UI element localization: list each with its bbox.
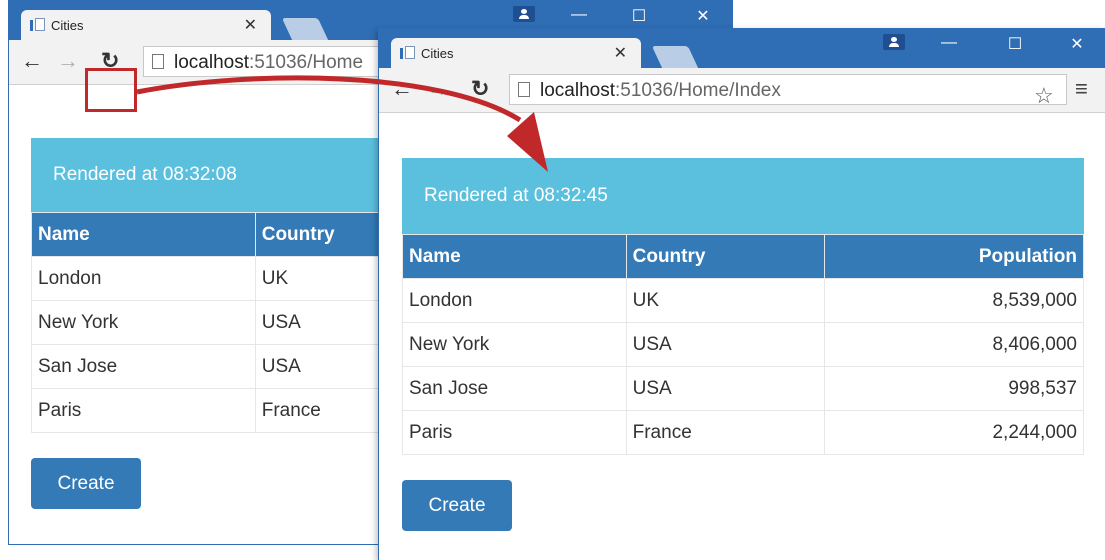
arrow-curve [136, 75, 522, 123]
arrow-head [507, 112, 548, 172]
reload-annotation-arrow [136, 75, 548, 172]
